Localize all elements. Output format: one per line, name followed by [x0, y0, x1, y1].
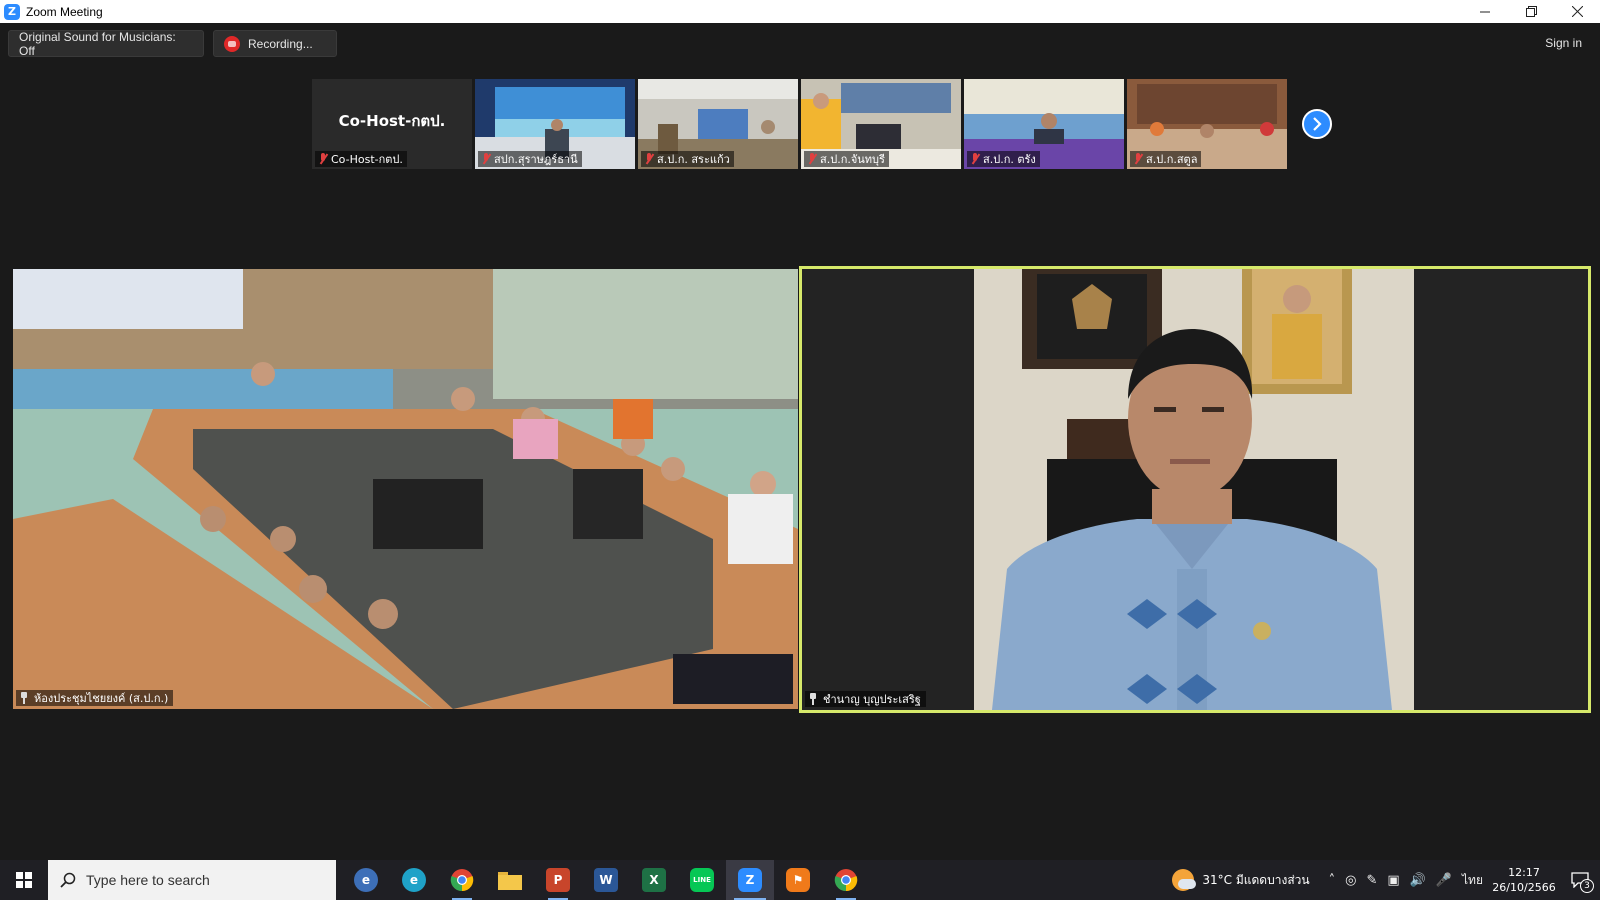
participant-thumbnail[interactable]: ส.ป.ก.สตูล	[1127, 79, 1287, 169]
weather-widget[interactable]: 31°C มีแดดบางส่วน	[1172, 869, 1310, 891]
participant-strip: Co-Host-กตป. Co-Host-กตป. สปก.สุราษฎร์ธา…	[312, 79, 1287, 169]
search-placeholder: Type here to search	[86, 872, 210, 888]
clock-date: 26/10/2566	[1492, 881, 1556, 894]
window-controls	[1462, 0, 1600, 23]
participant-label: ห้องประชุมไชยยงค์ (ส.ป.ก.)	[16, 690, 174, 706]
participant-name: Co-Host-กตป.	[331, 153, 403, 166]
weather-text: 31°C มีแดดบางส่วน	[1202, 872, 1310, 887]
weather-partly-sunny-icon	[1172, 869, 1197, 891]
taskbar-app-edge[interactable]: e	[390, 860, 438, 900]
line-icon: LINE	[690, 868, 714, 892]
participant-name: ส.ป.ก. สระแก้ว	[657, 153, 730, 166]
participant-avatar-name: Co-Host-กตป.	[338, 112, 446, 130]
start-button[interactable]	[0, 860, 48, 900]
mic-muted-icon	[644, 153, 654, 165]
speaker-video	[802, 269, 1588, 710]
show-hidden-icons-chevron-icon[interactable]: ˄	[1329, 873, 1336, 888]
participant-name: สปก.สุราษฎร์ธานี	[494, 153, 578, 166]
close-icon	[1571, 6, 1583, 17]
input-language[interactable]: ไทย	[1462, 871, 1483, 890]
main-video-tile[interactable]: ห้องประชุมไชยยงค์ (ส.ป.ก.)	[13, 269, 798, 709]
zoom-logo-icon: Z	[4, 3, 20, 20]
participant-label: ส.ป.ก. สระแก้ว	[641, 151, 734, 167]
recording-button[interactable]: Recording...	[213, 30, 337, 57]
taskbar-app-file-explorer[interactable]	[486, 860, 534, 900]
taskbar-app-orange[interactable]: ⚑	[774, 860, 822, 900]
participant-label: ส.ป.ก. ตรัง	[967, 151, 1040, 167]
pin-icon	[809, 693, 817, 705]
restore-icon	[1525, 6, 1537, 17]
participant-thumbnail[interactable]: ส.ป.ก.จันทบุรี	[801, 79, 961, 169]
folder-icon	[498, 872, 522, 890]
taskbar-search-box[interactable]: Type here to search	[48, 860, 336, 900]
chrome-icon	[450, 869, 474, 892]
participant-thumbnail[interactable]: ส.ป.ก. สระแก้ว	[638, 79, 798, 169]
windows-taskbar: Type here to search e e P W X LINE Z ⚑ 3…	[0, 860, 1600, 900]
participant-name: ห้องประชุมไชยยงค์ (ส.ป.ก.)	[34, 692, 169, 705]
original-sound-label: Original Sound for Musicians: Off	[19, 29, 176, 58]
active-speaker-video-tile[interactable]: ชำนาญ บุญประเสริฐ	[799, 266, 1591, 713]
minimize-button[interactable]	[1462, 0, 1508, 23]
word-icon: W	[594, 868, 618, 892]
taskbar-app-browser[interactable]: e	[342, 860, 390, 900]
taskbar-app-chrome[interactable]	[438, 860, 486, 900]
participant-thumbnail[interactable]: Co-Host-กตป. Co-Host-กตป.	[312, 79, 472, 169]
participant-name: ส.ป.ก. ตรัง	[983, 153, 1036, 166]
participant-label: ส.ป.ก.สตูล	[1130, 151, 1202, 167]
notification-center-button[interactable]: 3	[1560, 860, 1600, 900]
zoom-icon: Z	[738, 868, 762, 892]
taskbar-app-powerpoint[interactable]: P	[534, 860, 582, 900]
recording-icon	[224, 35, 240, 52]
minimize-icon	[1480, 11, 1490, 12]
search-icon	[60, 872, 76, 888]
system-tray: 31°C มีแดดบางส่วน ˄ ◎ ✎ ▣ 🔊 🎤 ไทย 12:17 …	[1172, 860, 1600, 900]
edge-icon: e	[402, 868, 426, 892]
participant-name: ชำนาญ บุญประเสริฐ	[823, 693, 921, 706]
participant-label: ส.ป.ก.จันทบุรี	[804, 151, 889, 167]
taskbar-app-chrome-2[interactable]	[822, 860, 870, 900]
recording-label: Recording...	[248, 36, 313, 51]
close-button[interactable]	[1554, 0, 1600, 23]
taskbar-app-line[interactable]: LINE	[678, 860, 726, 900]
camera-icon[interactable]: ◎	[1345, 873, 1356, 888]
pin-icon	[20, 692, 28, 704]
participant-label: ชำนาญ บุญประเสริฐ	[805, 691, 926, 707]
pen-icon[interactable]: ✎	[1366, 873, 1377, 888]
mic-muted-icon	[807, 153, 817, 165]
title-bar: Z Zoom Meeting	[0, 0, 1600, 23]
excel-icon: X	[642, 868, 666, 892]
restore-button[interactable]	[1508, 0, 1554, 23]
original-sound-button[interactable]: Original Sound for Musicians: Off	[8, 29, 204, 58]
next-page-button[interactable]	[1302, 109, 1332, 139]
microphone-icon[interactable]: 🎤	[1436, 873, 1452, 888]
taskbar-app-excel[interactable]: X	[630, 860, 678, 900]
mic-muted-icon	[1133, 153, 1143, 165]
orange-app-icon: ⚑	[786, 868, 810, 892]
conference-room-video	[13, 269, 798, 709]
powerpoint-icon: P	[546, 868, 570, 892]
zoom-window: Z Zoom Meeting Original Sound for Musici…	[0, 0, 1600, 900]
mic-muted-icon	[970, 153, 980, 165]
window-title: Zoom Meeting	[26, 4, 103, 19]
mic-muted-icon	[318, 153, 328, 165]
taskbar-clock[interactable]: 12:17 26/10/2566	[1488, 865, 1560, 895]
notification-count: 3	[1580, 879, 1594, 893]
chrome-icon	[834, 869, 858, 892]
windows-logo-icon	[16, 872, 32, 888]
mic-muted-icon	[481, 153, 491, 165]
taskbar-app-zoom[interactable]: Z	[726, 860, 774, 900]
chevron-right-icon	[1313, 117, 1322, 131]
network-icon[interactable]: ▣	[1387, 873, 1399, 888]
browser-icon: e	[354, 868, 378, 892]
clock-time: 12:17	[1508, 866, 1540, 879]
participant-name: ส.ป.ก.จันทบุรี	[820, 153, 885, 166]
participant-thumbnail[interactable]: สปก.สุราษฎร์ธานี	[475, 79, 635, 169]
taskbar-app-word[interactable]: W	[582, 860, 630, 900]
volume-icon[interactable]: 🔊	[1410, 873, 1426, 888]
sign-in-link[interactable]: Sign in	[1545, 36, 1582, 50]
participant-label: Co-Host-กตป.	[315, 151, 407, 167]
participant-name: ส.ป.ก.สตูล	[1146, 153, 1198, 166]
participant-thumbnail[interactable]: ส.ป.ก. ตรัง	[964, 79, 1124, 169]
participant-label: สปก.สุราษฎร์ธานี	[478, 151, 582, 167]
